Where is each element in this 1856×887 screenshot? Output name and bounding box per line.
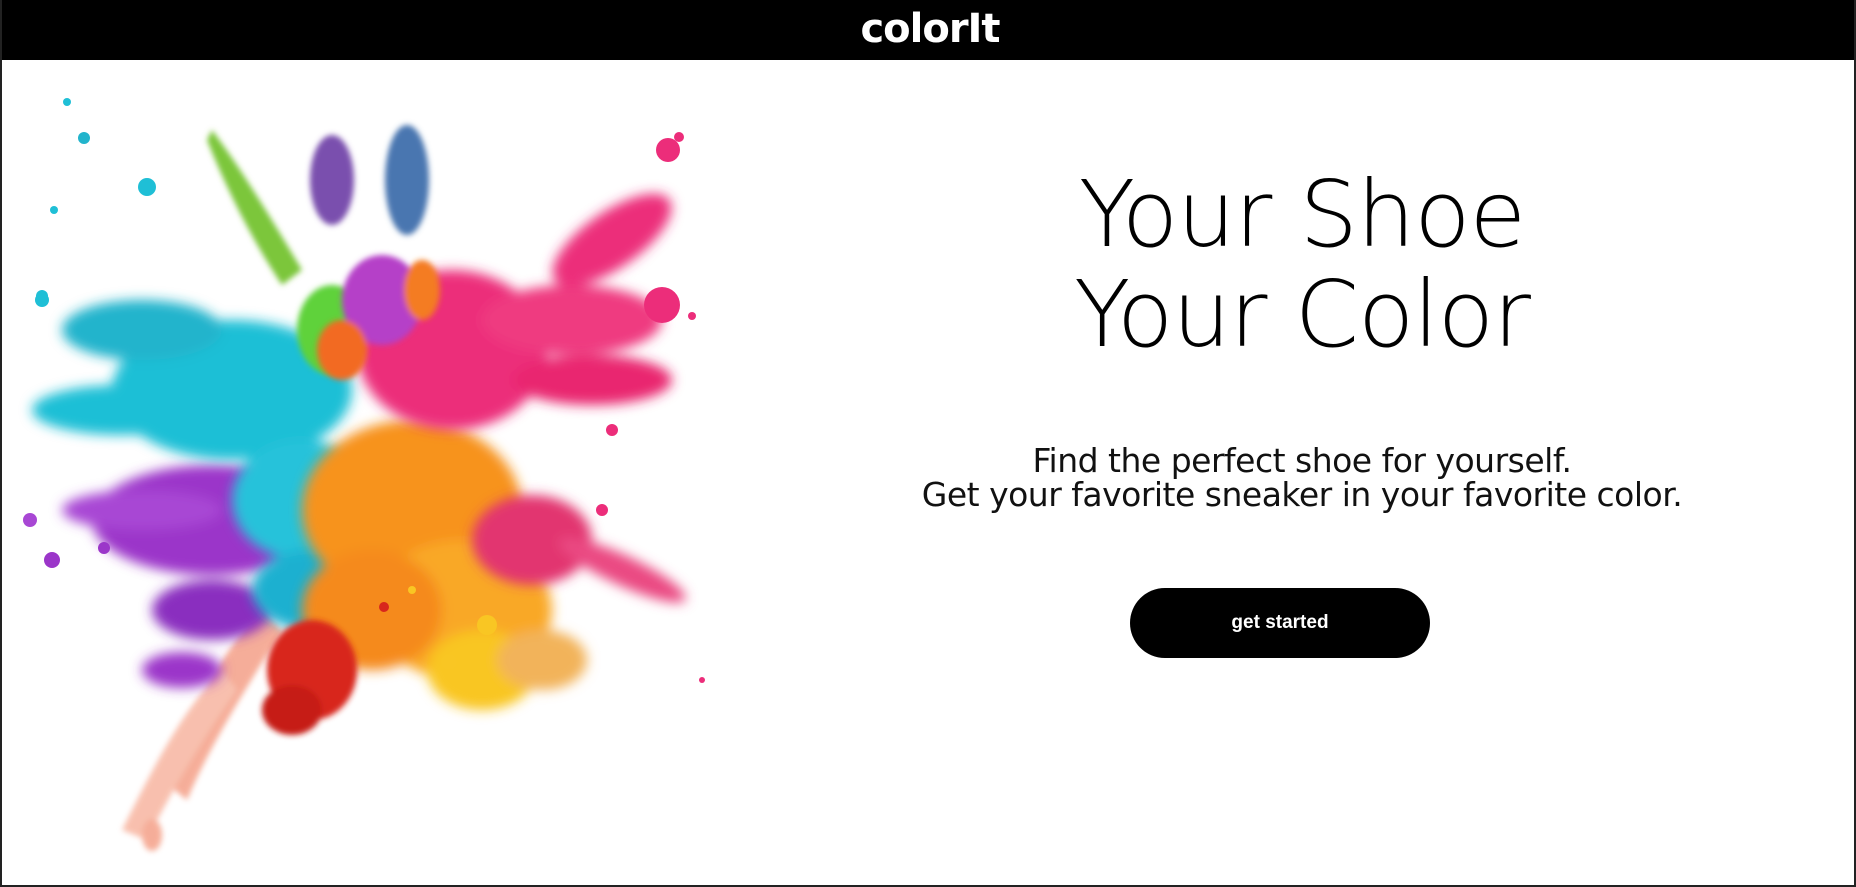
tagline-line-2: Get your favorite sneaker in your favori… bbox=[921, 475, 1683, 514]
logo[interactable]: colorIt bbox=[860, 9, 1000, 49]
tagline-line-1: Find the perfect shoe for yourself. bbox=[1032, 441, 1572, 480]
page: colorIt Your Shoe Your Color Find the pe… bbox=[0, 0, 1856, 887]
paint-explosion-illustration bbox=[23, 98, 705, 851]
get-started-button[interactable]: get started bbox=[1130, 588, 1430, 658]
color-splash-image bbox=[12, 90, 862, 880]
top-bar: colorIt bbox=[2, 0, 1854, 60]
headline-line-1: Your Shoe bbox=[1078, 161, 1526, 268]
headline-line-2: Your Color bbox=[1074, 261, 1531, 368]
hero-headline: Your Shoe Your Color bbox=[1002, 165, 1602, 365]
hero-tagline: Find the perfect shoe for yourself. Get … bbox=[902, 444, 1702, 512]
